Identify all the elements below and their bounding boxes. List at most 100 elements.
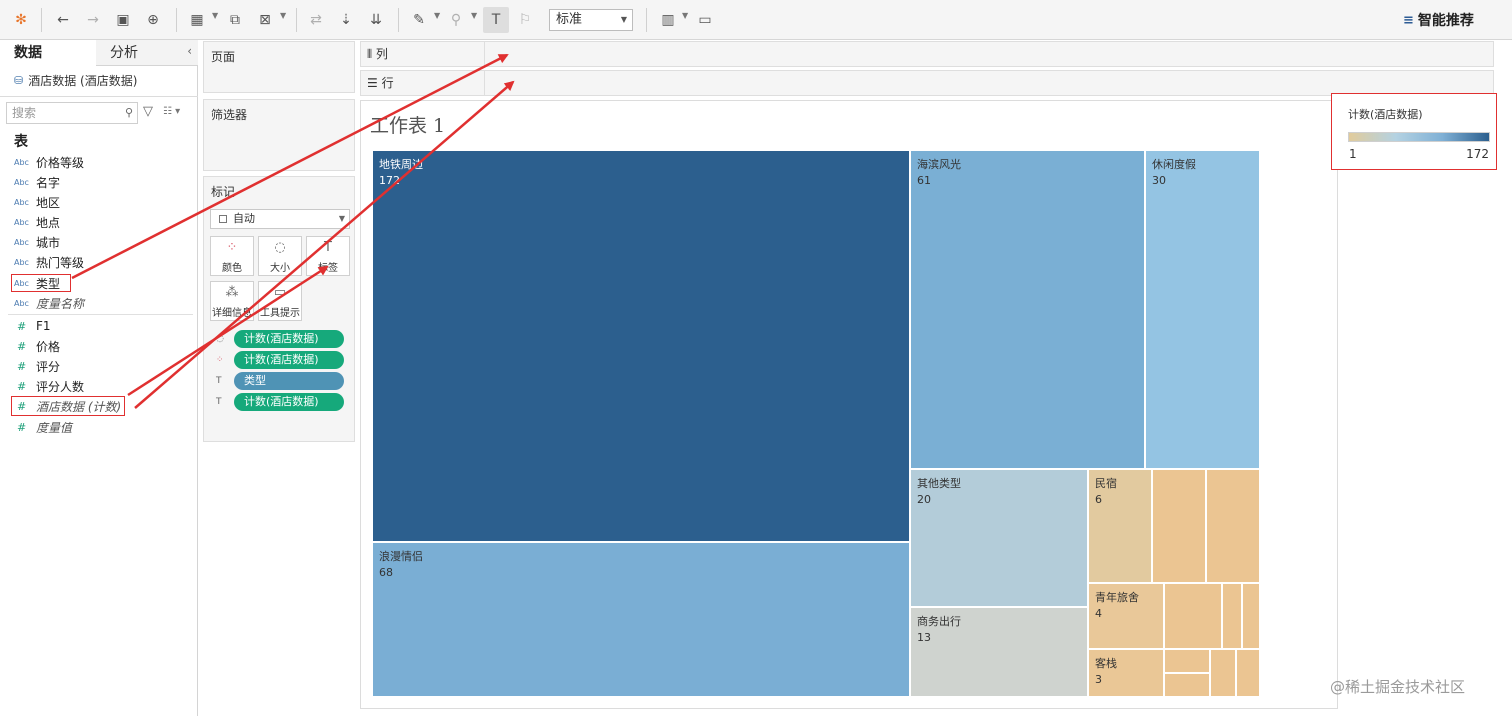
treemap-tile[interactable]: 民宿 6 [1088,469,1152,583]
field-item[interactable]: # 评分 [14,357,60,375]
marks-pill-row: ⁘ 计数(酒店数据) [216,351,344,369]
mark-type-value: 自动 [233,212,255,225]
treemap-tile-small[interactable] [1164,673,1210,697]
pages-card[interactable]: 页面 [203,41,355,93]
presentation-icon[interactable]: ▭ [692,7,718,33]
search-input[interactable]: 搜索 ⚲ [6,102,138,124]
datasource-item[interactable]: ⛁ 酒店数据 (酒店数据) [14,72,137,89]
toolbar-divider [398,8,399,32]
section-table-heading: 表 [14,134,28,150]
highlight-icon[interactable]: ✎ [406,7,432,33]
sort-asc-icon[interactable]: ⇣ [333,7,359,33]
chevron-down-icon[interactable]: ▼ [434,11,440,20]
label-button[interactable]: T 标签 [306,236,350,276]
treemap-tile[interactable]: 其他类型 20 [910,469,1088,607]
field-item[interactable]: Abc 热门等级 [14,253,84,271]
tab-analysis[interactable]: 分析 [96,40,192,66]
tile-value: 20 [917,493,931,506]
show-me-icon[interactable]: ▥ [655,7,681,33]
fix-axes-icon[interactable]: ⚐ [512,7,538,33]
size-button-label: 大小 [270,263,290,274]
field-item[interactable]: Abc 度量名称 [14,294,84,312]
treemap-tile[interactable]: 浪漫情侣 68 [372,542,910,697]
swap-icon[interactable]: ⇄ [303,7,329,33]
treemap-tile[interactable]: 海滨风光 61 [910,150,1145,469]
tile-category: 客栈 [1095,657,1117,670]
measure-pill[interactable]: 计数(酒店数据) [234,393,344,411]
treemap-tile-small[interactable] [1164,649,1210,673]
treemap-tile[interactable]: 商务出行 13 [910,607,1088,697]
field-item[interactable]: # 评分人数 [14,377,84,395]
treemap-tile-small[interactable] [1236,649,1260,697]
treemap-tile-small[interactable] [1206,469,1260,583]
size-button[interactable]: ◌ 大小 [258,236,302,276]
filters-card[interactable]: 筛选器 [203,99,355,171]
new-datasource-icon[interactable]: ⊕ [140,7,166,33]
treemap-tile-small[interactable] [1164,583,1222,649]
collapse-pane-icon[interactable]: ‹ [187,44,192,58]
mark-type-dropdown[interactable]: 自动 ▼ [210,209,350,229]
treemap-tile-label: 客栈 3 [1095,656,1117,688]
sort-desc-icon[interactable]: ⇊ [363,7,389,33]
new-sheet-icon[interactable]: ▦ [184,7,210,33]
measure-pill[interactable]: 计数(酒店数据) [234,351,344,369]
treemap-tile[interactable]: 客栈 3 [1088,649,1164,697]
dimension-pill[interactable]: 类型 [234,372,344,390]
divider [0,96,198,97]
field-item[interactable]: Abc 价格等级 [14,153,84,171]
fit-dropdown[interactable]: 标准 ▼ [549,9,633,31]
clear-sheet-icon[interactable]: ⊠ [252,7,278,33]
field-item[interactable]: Abc 地点 [14,213,60,231]
tile-category: 海滨风光 [917,158,961,171]
view-options-icon[interactable]: ☷ ▾ [163,106,180,117]
filter-icon[interactable]: ▽ [143,104,153,119]
tile-value: 3 [1095,673,1102,686]
recommend-icon: ≡ [1403,12,1414,28]
field-item[interactable]: # 价格 [14,337,60,355]
color-legend[interactable]: 计数(酒店数据) 1 172 [1331,93,1497,170]
save-icon[interactable]: ▣ [110,7,136,33]
field-name: 评分 [36,359,61,374]
chevron-down-icon[interactable]: ▼ [212,11,218,20]
tile-category: 其他类型 [917,477,961,490]
redo-icon[interactable]: → [80,7,106,33]
tile-value: 4 [1095,607,1102,620]
treemap-tile-small[interactable] [1242,583,1260,649]
treemap-tile-small[interactable] [1210,649,1236,697]
treemap-tile-small[interactable] [1222,583,1242,649]
smart-recommend-button[interactable]: ≡ 智能推荐 [1403,10,1474,30]
detail-button[interactable]: ⁂ 详细信息 [210,281,254,321]
field-item[interactable]: Abc 名字 [14,173,60,191]
measure-pill[interactable]: 计数(酒店数据) [234,330,344,348]
chevron-down-icon[interactable]: ▼ [682,11,688,20]
field-item[interactable]: Abc 城市 [14,233,60,251]
rows-shelf[interactable]: ☰ 行 [360,70,1494,96]
string-type-icon: Abc [14,217,29,227]
columns-shelf[interactable]: ⫴ 列 [360,41,1494,67]
treemap-tile[interactable]: 地铁周边 172 [372,150,910,542]
tile-category: 商务出行 [917,615,961,628]
undo-icon[interactable]: ← [50,7,76,33]
field-item[interactable]: Abc 地区 [14,193,60,211]
tableau-logo-icon[interactable]: ✻ [8,7,34,33]
duplicate-icon[interactable]: ⧉ [222,7,248,33]
tooltip-button[interactable]: ▭ 工具提示 [258,281,302,321]
show-labels-icon[interactable]: T [483,7,509,33]
field-item[interactable]: # 度量值 [14,418,72,436]
chevron-down-icon[interactable]: ▼ [471,11,477,20]
group-icon[interactable]: ⚲ [443,7,469,33]
color-icon: ⁘ [226,240,238,255]
chevron-down-icon[interactable]: ▼ [280,11,286,20]
color-button[interactable]: ⁘ 颜色 [210,236,254,276]
divider [8,314,193,315]
rows-icon: ☰ [367,76,382,90]
sheet-title[interactable]: 工作表 1 [370,111,445,138]
tile-value: 13 [917,631,931,644]
highlight-box [11,274,71,292]
tab-data[interactable]: 数据 [0,40,96,66]
treemap-tile-small[interactable] [1152,469,1206,583]
treemap-tile-label: 其他类型 20 [917,476,961,508]
treemap-tile[interactable]: 青年旅舍 4 [1088,583,1164,649]
treemap-tile[interactable]: 休闲度假 30 [1145,150,1260,469]
field-item[interactable]: # F1 [14,317,51,335]
